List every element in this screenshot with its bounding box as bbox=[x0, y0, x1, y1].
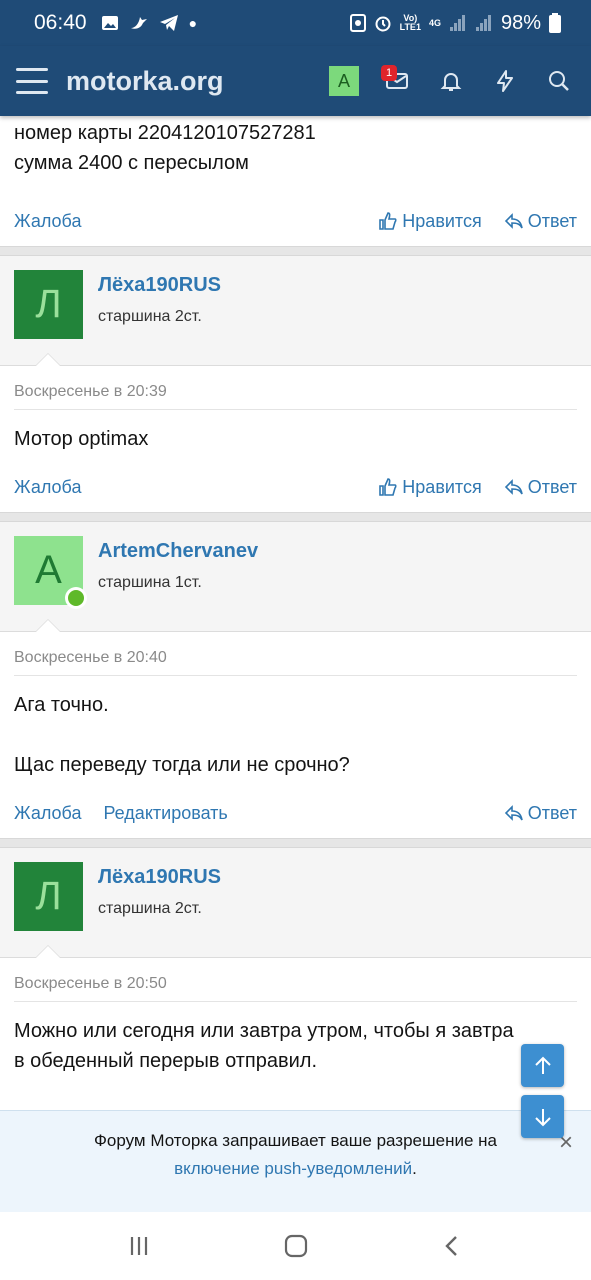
push-notice-text: Форум Моторка запрашивает ваше разрешени… bbox=[93, 1131, 497, 1150]
post-separator bbox=[0, 838, 591, 848]
network-gen: 4G bbox=[428, 17, 441, 28]
author-name[interactable]: ArtemChervanev bbox=[98, 540, 258, 563]
clock: 06:40 bbox=[34, 11, 87, 34]
bell-icon bbox=[440, 73, 462, 91]
avatar[interactable]: A bbox=[14, 536, 87, 609]
status-bar: 06:40 ● Vo) LTE1 4G 98% bbox=[0, 0, 591, 46]
recycle-icon bbox=[349, 14, 366, 32]
thumbs-up-icon bbox=[379, 212, 397, 230]
signal-icon-2 bbox=[475, 15, 491, 31]
telegram-icon bbox=[159, 15, 178, 31]
edit-link[interactable]: Редактировать bbox=[103, 803, 227, 824]
author-rank: старшина 2ст. bbox=[98, 308, 202, 325]
like-button[interactable]: Нравится bbox=[378, 477, 482, 498]
post-date[interactable]: Воскресенье в 20:40 bbox=[14, 632, 577, 676]
arrow-down-icon bbox=[534, 1108, 551, 1126]
post-actions: Жалоба Редактировать Ответ bbox=[14, 788, 577, 838]
push-enable-link[interactable]: включение push-уведомлений bbox=[174, 1159, 412, 1178]
reply-icon bbox=[504, 213, 523, 229]
post-author-block: A ArtemChervanev старшина 1ст. bbox=[0, 522, 591, 632]
post: Воскресенье в 20:50 Можно или сегодня ил… bbox=[0, 958, 591, 1110]
search-button[interactable] bbox=[543, 65, 575, 97]
reply-button[interactable]: Ответ bbox=[504, 211, 577, 232]
alerts-button[interactable] bbox=[435, 65, 467, 97]
top-navigation: motorka.org A 1 bbox=[0, 46, 591, 116]
author-name[interactable]: Лёха190RUS bbox=[98, 866, 221, 889]
author-name[interactable]: Лёха190RUS bbox=[98, 274, 221, 297]
post-date[interactable]: Воскресенье в 20:39 bbox=[14, 366, 577, 410]
author-rank: старшина 1ст. bbox=[98, 574, 202, 591]
avatar[interactable]: Л bbox=[14, 862, 83, 931]
like-button[interactable]: Нравится bbox=[378, 211, 482, 232]
alarm-icon bbox=[375, 16, 391, 32]
reply-button[interactable]: Ответ bbox=[504, 803, 577, 824]
post: номер карты 2204120107527281 сумма 2400 … bbox=[0, 116, 591, 246]
avatar[interactable]: Л bbox=[14, 270, 83, 339]
reply-icon bbox=[504, 805, 523, 821]
messages-button[interactable]: 1 bbox=[381, 65, 413, 97]
scroll-up-button[interactable] bbox=[521, 1044, 564, 1087]
post-author-block: Л Лёха190RUS старшина 2ст. bbox=[0, 256, 591, 366]
post-text: Можно или сегодня или завтра утром, чтоб… bbox=[14, 1020, 514, 1072]
menu-icon[interactable] bbox=[16, 68, 48, 94]
post-text: Ага точно. Щас переведу тогда или не сро… bbox=[14, 694, 350, 776]
battery-icon bbox=[549, 13, 561, 33]
post-text: Мотор optimax bbox=[14, 428, 149, 450]
whats-new-button[interactable] bbox=[489, 65, 521, 97]
online-status-icon bbox=[65, 587, 87, 609]
signal-icon bbox=[449, 15, 465, 31]
report-link[interactable]: Жалоба bbox=[14, 211, 81, 232]
home-icon[interactable] bbox=[283, 1233, 309, 1259]
post-date[interactable]: Воскресенье в 20:50 bbox=[14, 958, 577, 1002]
post-actions: Жалоба Нравится Ответ bbox=[14, 196, 577, 246]
recent-apps-icon[interactable] bbox=[126, 1233, 152, 1259]
reply-icon bbox=[504, 479, 523, 495]
post-separator bbox=[0, 512, 591, 522]
arrow-up-icon bbox=[534, 1056, 551, 1074]
site-title[interactable]: motorka.org bbox=[66, 66, 224, 97]
reply-button[interactable]: Ответ bbox=[504, 477, 577, 498]
back-icon[interactable] bbox=[440, 1233, 466, 1259]
bird-icon bbox=[130, 17, 147, 29]
report-link[interactable]: Жалоба bbox=[14, 803, 81, 824]
push-notification-banner: Форум Моторка запрашивает ваше разрешени… bbox=[0, 1110, 591, 1212]
thread-content: номер карты 2204120107527281 сумма 2400 … bbox=[0, 116, 591, 1110]
lightning-icon bbox=[497, 70, 513, 92]
author-rank: старшина 2ст. bbox=[98, 900, 202, 917]
search-icon bbox=[549, 71, 569, 91]
battery-level: 98% bbox=[500, 11, 541, 34]
post-actions: Жалоба Нравится Ответ bbox=[14, 462, 577, 512]
system-navigation-bar bbox=[0, 1212, 591, 1280]
network-label: Vo) LTE1 bbox=[399, 13, 421, 32]
report-link[interactable]: Жалоба bbox=[14, 477, 81, 498]
thumbs-up-icon bbox=[379, 478, 397, 496]
user-avatar[interactable]: A bbox=[329, 66, 359, 96]
scroll-down-button[interactable] bbox=[521, 1095, 564, 1138]
messages-badge: 1 bbox=[381, 65, 397, 81]
post: Воскресенье в 20:40 Ага точно. Щас перев… bbox=[0, 632, 591, 838]
post-text: номер карты 2204120107527281 сумма 2400 … bbox=[14, 122, 316, 174]
post-separator bbox=[0, 246, 591, 256]
post-author-block: Л Лёха190RUS старшина 2ст. bbox=[0, 848, 591, 958]
more-notifications-dot: ● bbox=[188, 15, 198, 31]
gallery-icon bbox=[101, 16, 118, 30]
post: Воскресенье в 20:39 Мотор optimax Жалоба… bbox=[0, 366, 591, 512]
